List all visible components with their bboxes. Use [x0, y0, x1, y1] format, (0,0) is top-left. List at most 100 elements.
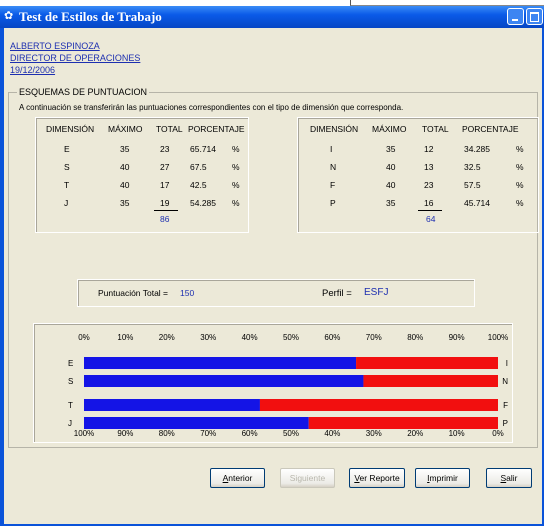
row-dim: P	[330, 198, 336, 208]
row-pct-sym: %	[516, 162, 524, 172]
employee-name[interactable]: ALBERTO ESPINOZA	[10, 40, 140, 52]
col-header-percent: PORCENTAJE	[188, 124, 245, 134]
bottom-tick-label: 100%	[74, 429, 94, 438]
col-header-total: TOTAL	[156, 124, 183, 134]
bottom-tick-label: 40%	[324, 429, 340, 438]
row-pct-sym: %	[516, 144, 524, 154]
top-tick-label: 20%	[159, 333, 175, 342]
top-tick-label: 40%	[242, 333, 258, 342]
dimension-label-N: N	[502, 377, 508, 386]
previous-button[interactable]: Anterior	[210, 468, 265, 488]
chart-svg: 0% 10% 20% 30% 40% 50% 60% 70% 80% 90% 100% 100% 90%…	[68, 333, 508, 438]
row-dim: F	[330, 180, 336, 190]
employee-header: ALBERTO ESPINOZA DIRECTOR DE OPERACIONES…	[10, 40, 140, 76]
bottom-tick-label: 80%	[159, 429, 175, 438]
row-pct: 45.714	[464, 198, 490, 208]
minimize-button[interactable]	[507, 8, 524, 25]
row-total: 16	[424, 198, 434, 208]
report-date[interactable]: 19/12/2006	[10, 64, 140, 76]
row-pct-sym: %	[232, 162, 240, 172]
row-dim: J	[64, 198, 69, 208]
row-dim: E	[64, 144, 70, 154]
group-title: ESQUEMAS DE PUNTUACION	[17, 87, 150, 97]
dimension-label-F: F	[503, 401, 508, 410]
col-header-max: MÁXIMO	[108, 124, 143, 134]
bottom-tick-label: 30%	[366, 429, 382, 438]
sum-divider	[418, 210, 442, 211]
dimension-label-I: I	[506, 359, 508, 368]
top-tick-label: 0%	[78, 333, 90, 342]
employee-position[interactable]: DIRECTOR DE OPERACIONES	[10, 52, 140, 64]
bar-S	[84, 375, 364, 387]
dimension-label-E: E	[68, 359, 73, 368]
bottom-tick-label: 70%	[200, 429, 216, 438]
row-pct-sym: %	[516, 180, 524, 190]
row-total: 17	[160, 180, 170, 190]
print-button[interactable]: Imprimir	[415, 468, 470, 488]
row-total: 12	[424, 144, 434, 154]
row-pct: 54.285	[190, 198, 216, 208]
window-client: ALBERTO ESPINOZA DIRECTOR DE OPERACIONES…	[4, 28, 542, 524]
title-bar[interactable]: ✿ Test de Estilos de Trabajo	[0, 6, 544, 28]
row-pct: 57.5	[464, 180, 481, 190]
next-button[interactable]: Siguiente	[280, 468, 335, 488]
row-pct-sym: %	[516, 198, 524, 208]
col-header-percent: PORCENTAJE	[462, 124, 519, 134]
row-max: 40	[120, 180, 130, 190]
bottom-tick-label: 0%	[492, 429, 504, 438]
app-window: ✿ Test de Estilos de Trabajo ALBERTO ESP…	[0, 6, 544, 526]
row-pct: 65.714	[190, 144, 216, 154]
scoring-group: ESQUEMAS DE PUNTUACION A continuación se…	[8, 87, 539, 448]
view-report-button[interactable]: Ver Reporte	[349, 468, 405, 488]
top-tick-label: 60%	[324, 333, 340, 342]
bar-I	[356, 357, 498, 369]
top-tick-label: 50%	[283, 333, 299, 342]
top-tick-label: 70%	[366, 333, 382, 342]
row-dim: T	[64, 180, 70, 190]
row-dim: I	[330, 144, 333, 154]
row-total: 27	[160, 162, 170, 172]
exit-label: alir	[506, 473, 518, 483]
top-tick-label: 80%	[407, 333, 423, 342]
dimension-label-S: S	[68, 377, 73, 386]
row-max: 40	[120, 162, 130, 172]
row-max: 35	[386, 144, 396, 154]
row-pct-sym: %	[232, 198, 240, 208]
left-sum: 86	[160, 214, 170, 224]
row-dim: S	[64, 162, 70, 172]
bar-P	[308, 417, 498, 429]
dimension-label-T: T	[68, 401, 73, 410]
app-icon: ✿	[4, 10, 14, 22]
bottom-tick-label: 20%	[407, 429, 423, 438]
top-tick-label: 30%	[200, 333, 216, 342]
row-dim: N	[330, 162, 337, 172]
row-total: 13	[424, 162, 434, 172]
row-max: 35	[120, 198, 130, 208]
row-max: 35	[120, 144, 130, 154]
total-score-value: 150	[180, 288, 195, 298]
bar-F	[259, 399, 498, 411]
row-pct-sym: %	[232, 180, 240, 190]
col-header-total: TOTAL	[422, 124, 449, 134]
profile-value: ESFJ	[364, 287, 389, 298]
exit-button[interactable]: Salir	[486, 468, 532, 488]
row-pct: 67.5	[190, 162, 207, 172]
top-tick-label: 90%	[449, 333, 465, 342]
maximize-button[interactable]	[526, 8, 543, 25]
print-label: mprimir	[429, 473, 458, 483]
profile-label: Perfil =	[322, 288, 352, 299]
col-header-max: MÁXIMO	[372, 124, 407, 134]
dimension-label-J: J	[68, 419, 72, 428]
bar-N	[363, 375, 498, 387]
bottom-tick-label: 90%	[117, 429, 133, 438]
previous-button-label: nterior	[228, 473, 253, 483]
col-header-dimension: DIMENSIÓN	[310, 124, 359, 134]
row-max: 40	[386, 180, 396, 190]
row-pct: 32.5	[464, 162, 481, 172]
row-total: 23	[424, 180, 434, 190]
top-tick-label: 100%	[488, 333, 508, 342]
row-max: 35	[386, 198, 396, 208]
view-report-label: er Reporte	[359, 473, 400, 483]
bar-E	[84, 357, 357, 369]
col-header-dimension: DIMENSIÓN	[46, 124, 95, 134]
